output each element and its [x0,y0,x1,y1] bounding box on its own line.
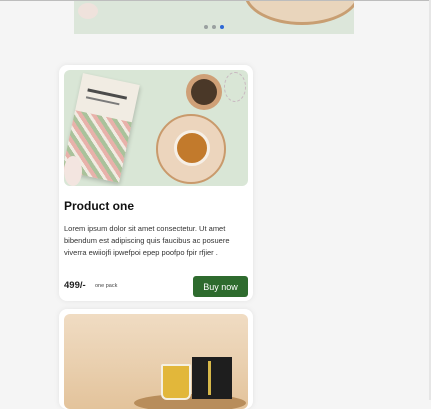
product-title[interactable]: Product one [64,199,134,213]
carousel-dot-2[interactable] [212,25,216,29]
flower-sprig [224,72,246,102]
carousel-dots [204,25,224,29]
product-image[interactable] [64,70,248,186]
tea-box-image [192,357,232,399]
hero-carousel-image [74,1,354,34]
product-description: Lorem ipsum dolor sit amet consectetur. … [64,224,230,257]
product-image[interactable] [64,314,248,409]
tea-box-sublabel [85,96,120,106]
tea-glass [161,364,191,400]
flower-decoration [78,3,98,19]
flower-decoration [64,156,82,186]
tea-cup [174,130,210,166]
tea-leaves-bowl [186,74,222,110]
tea-leaves [191,79,217,105]
tea-box-stripe [208,361,211,395]
product-card: Product one Lorem ipsum dolor sit amet c… [59,65,253,301]
carousel-dot-1[interactable] [204,25,208,29]
saucer-image [244,1,354,25]
buy-now-button[interactable]: Buy now [193,276,248,297]
product-pack-size: one pack [95,283,118,289]
product-price: 499/- [64,280,86,291]
product-card [59,309,253,409]
carousel-dot-3[interactable] [220,25,224,29]
